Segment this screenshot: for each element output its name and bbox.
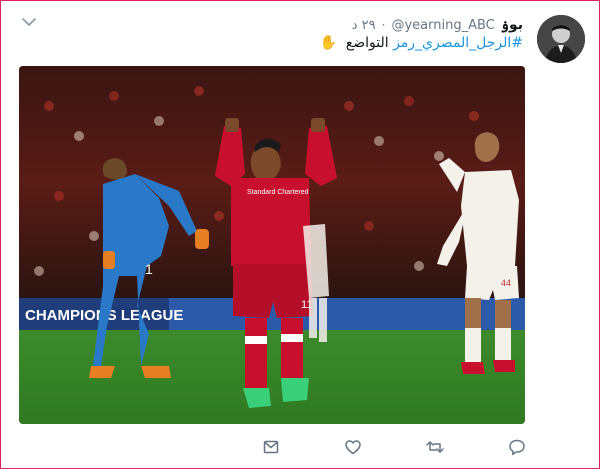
like-icon[interactable] bbox=[341, 435, 365, 459]
tweet-header: بوۏ @yearning_ABC · ٢٩ د bbox=[352, 15, 523, 35]
opponent-number: 44 bbox=[501, 278, 511, 288]
keeper-number: 1 bbox=[145, 261, 153, 277]
tweet-body-text: التواضع bbox=[345, 35, 389, 51]
shirt-sponsor: Standard Chartered bbox=[247, 189, 309, 196]
share-icon[interactable] bbox=[259, 435, 283, 459]
tweet-text: #الرجل_المصري_رمز التواضع ✋ bbox=[316, 35, 523, 57]
reply-icon[interactable] bbox=[505, 435, 529, 459]
user-handle[interactable]: @yearning_ABC bbox=[391, 18, 494, 33]
separator-dot: · bbox=[381, 18, 386, 32]
tweet-card: بوۏ @yearning_ABC · ٢٩ د #الرجل_المصري_ر… bbox=[0, 0, 600, 469]
football-photo: CHAMPIONS LEAGUE 1 Standard Chartered 11… bbox=[19, 66, 525, 424]
retweet-icon[interactable] bbox=[423, 435, 447, 459]
tweet-photo[interactable]: CHAMPIONS LEAGUE 1 Standard Chartered 11… bbox=[19, 66, 525, 424]
display-name[interactable]: بوۏ bbox=[501, 17, 523, 33]
avatar-image bbox=[537, 15, 585, 63]
raised-hand-emoji: ✋ bbox=[319, 35, 338, 51]
hashtag-link[interactable]: #الرجل_المصري_رمز bbox=[393, 35, 523, 51]
avatar[interactable] bbox=[537, 15, 585, 63]
tweet-time[interactable]: ٢٩ د bbox=[352, 18, 376, 33]
chevron-down-icon[interactable] bbox=[19, 13, 39, 31]
tweet-actions bbox=[259, 435, 529, 459]
